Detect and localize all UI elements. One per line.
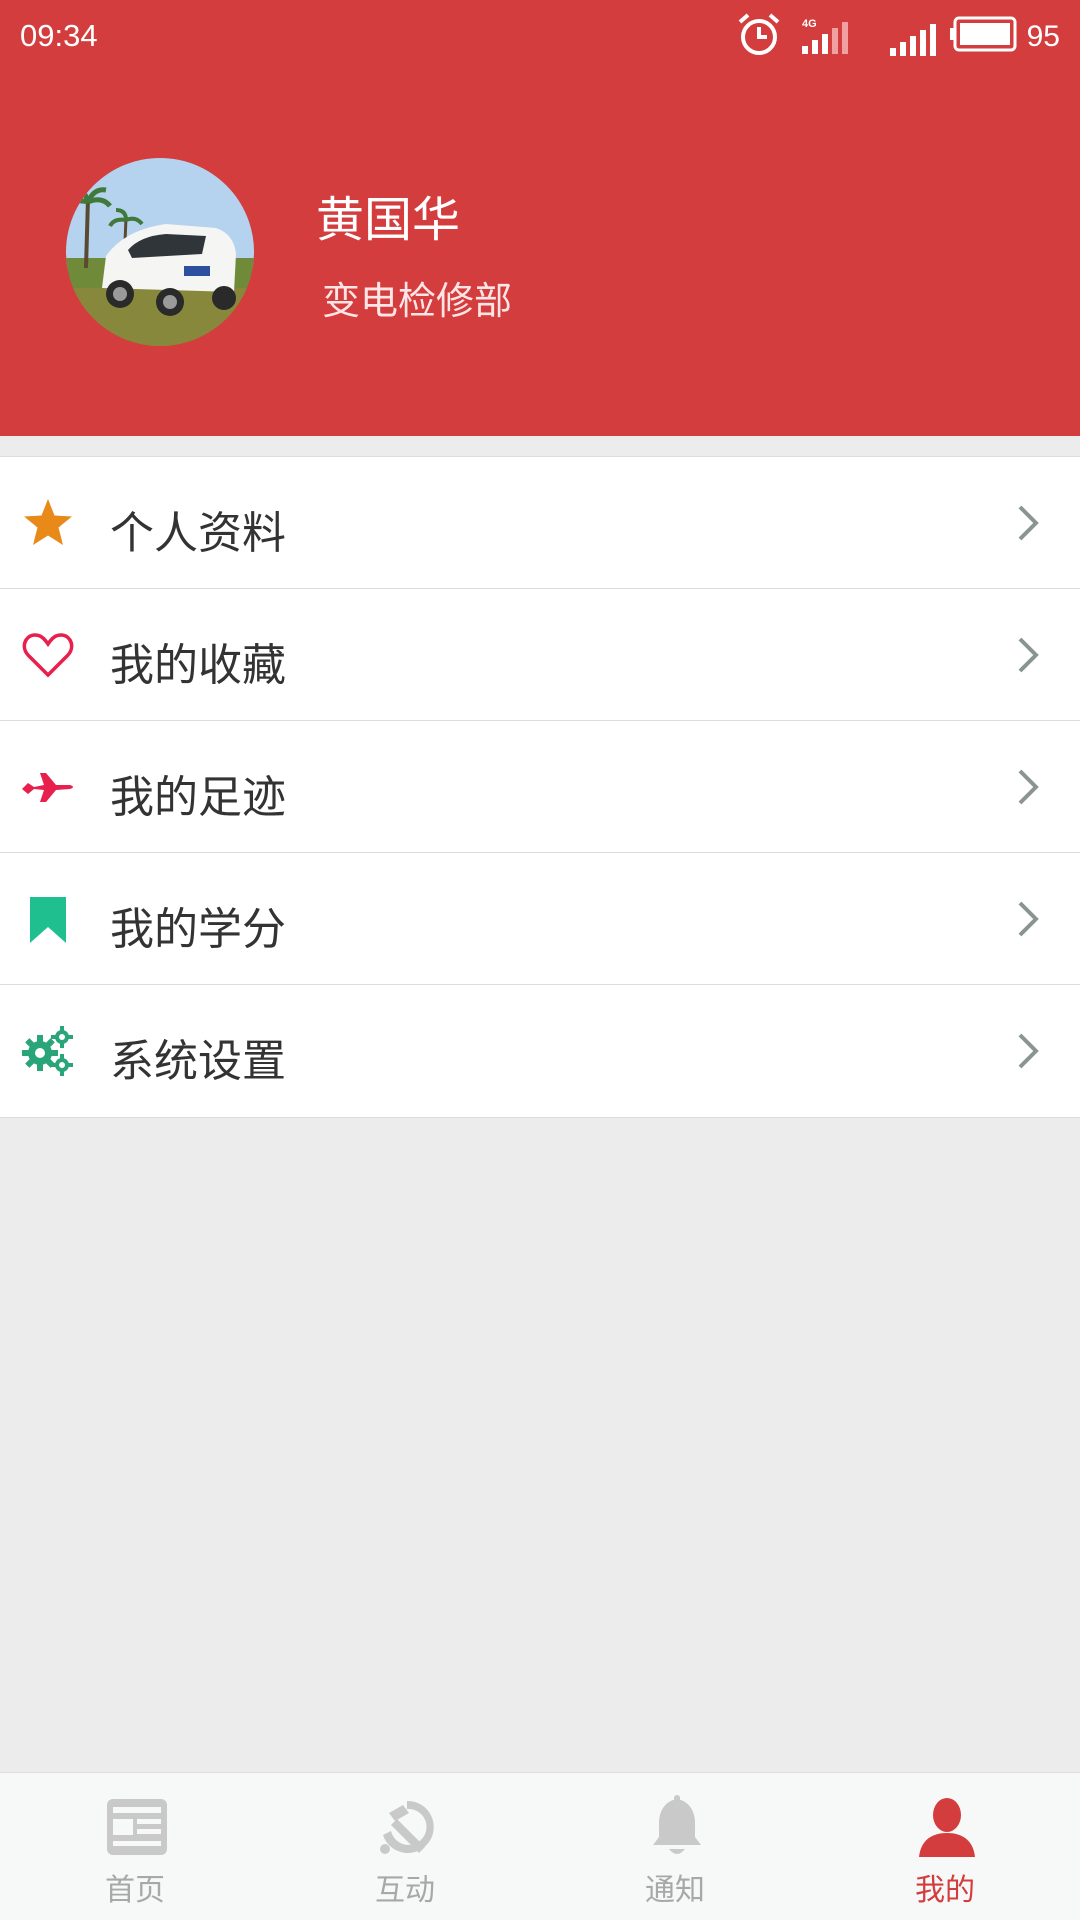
chevron-right-icon — [1018, 901, 1039, 937]
signal-4g-icon: 4G — [802, 18, 848, 54]
battery-level: 95 — [1026, 20, 1060, 53]
tab-home[interactable]: 首页 — [0, 1773, 270, 1920]
profile-name: 黄国华 — [316, 192, 461, 248]
menu-item-label: 我的学分 — [110, 904, 286, 955]
avatar-photo — [66, 158, 254, 346]
tab-interact[interactable]: 互动 — [270, 1773, 540, 1920]
tab-label: 首页 — [105, 1873, 165, 1908]
hammer-sickle-icon — [380, 1800, 434, 1854]
chevron-right-icon — [1018, 637, 1039, 673]
star-icon — [24, 499, 72, 545]
heart-icon — [22, 633, 74, 678]
tab-label: 互动 — [375, 1873, 435, 1908]
menu-item-label: 个人资料 — [110, 508, 286, 559]
profile-header: 09:34 4G 95 黄国华 变电检修部 — [0, 0, 1080, 436]
bottom-tab-bar: 首页 互动 通知 我的 — [0, 1772, 1080, 1920]
tab-label: 我的 — [915, 1873, 975, 1908]
menu-item-profile[interactable]: 个人资料 — [0, 457, 1080, 589]
tab-mine[interactable]: 我的 — [810, 1773, 1080, 1920]
status-icons: 4G 95 — [700, 10, 1060, 62]
chevron-right-icon — [1018, 505, 1039, 541]
signal-icon — [890, 24, 936, 56]
menu-item-footprints[interactable]: 我的足迹 — [0, 721, 1080, 853]
alarm-icon — [738, 13, 780, 55]
chevron-right-icon — [1018, 1033, 1039, 1069]
menu-item-label: 我的收藏 — [110, 640, 286, 691]
menu-item-credits[interactable]: 我的学分 — [0, 853, 1080, 985]
gears-icon — [22, 1026, 73, 1076]
airplane-icon — [22, 773, 73, 802]
menu-item-label: 系统设置 — [110, 1036, 286, 1087]
battery-icon — [950, 16, 1017, 52]
status-time: 09:34 — [20, 18, 98, 53]
menu-item-settings[interactable]: 系统设置 — [0, 985, 1080, 1117]
news-icon — [107, 1799, 167, 1855]
menu-item-favorites[interactable]: 我的收藏 — [0, 589, 1080, 721]
avatar[interactable] — [66, 158, 254, 346]
network-label: 4G — [802, 18, 817, 30]
tab-label: 通知 — [645, 1873, 705, 1908]
menu-item-label: 我的足迹 — [110, 772, 286, 823]
chevron-right-icon — [1018, 769, 1039, 805]
bell-icon — [653, 1795, 701, 1854]
screen: 09:34 4G 95 黄国华 变电检修部 个人资料 我的收藏 我的足迹 我的学… — [0, 0, 1080, 1920]
profile-menu: 个人资料 我的收藏 我的足迹 我的学分 系统设置 — [0, 456, 1080, 1118]
bookmark-icon — [30, 897, 66, 943]
profile-department: 变电检修部 — [322, 279, 513, 323]
user-icon — [919, 1798, 975, 1857]
status-bar: 09:34 4G 95 — [0, 0, 1080, 72]
tab-notifications[interactable]: 通知 — [540, 1773, 810, 1920]
